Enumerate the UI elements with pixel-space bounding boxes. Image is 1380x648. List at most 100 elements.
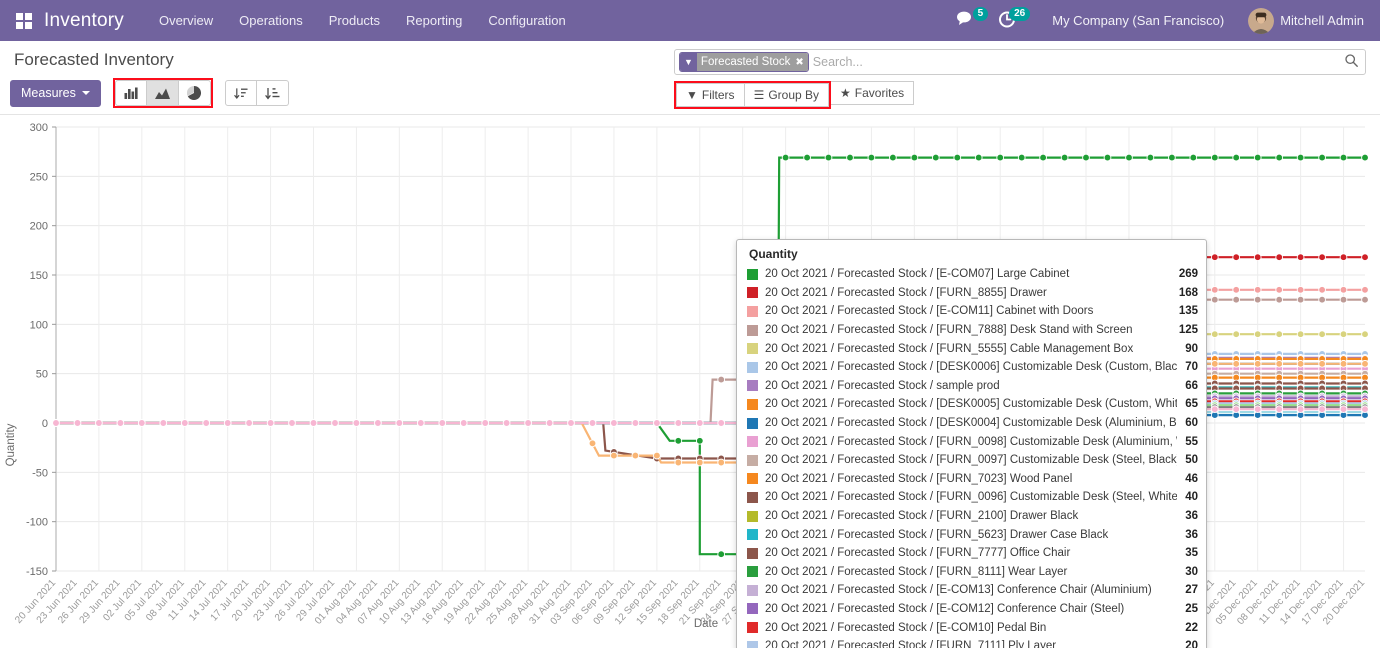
series-point[interactable] xyxy=(1169,154,1176,161)
series-point[interactable] xyxy=(1297,286,1304,293)
series-point[interactable] xyxy=(997,154,1004,161)
series-point[interactable] xyxy=(1147,154,1154,161)
series-point[interactable] xyxy=(675,420,682,427)
series-point[interactable] xyxy=(503,420,510,427)
series-point[interactable] xyxy=(1211,331,1218,338)
series-point[interactable] xyxy=(1319,331,1326,338)
series-point[interactable] xyxy=(1340,286,1347,293)
legend-row[interactable]: 20 Oct 2021 / Forecasted Stock / [FURN_7… xyxy=(745,470,1198,489)
series-point[interactable] xyxy=(525,420,532,427)
legend-row[interactable]: 20 Oct 2021 / Forecasted Stock / [DESK00… xyxy=(745,358,1198,377)
series-point[interactable] xyxy=(138,420,145,427)
series-point[interactable] xyxy=(246,420,253,427)
search-bar[interactable]: ▼ Forecasted Stock ✖ xyxy=(674,49,1366,75)
series-point[interactable] xyxy=(825,154,832,161)
nav-item-reporting[interactable]: Reporting xyxy=(393,7,475,34)
legend-row[interactable]: 20 Oct 2021 / Forecasted Stock / [FURN_5… xyxy=(745,525,1198,544)
pie-chart-icon[interactable] xyxy=(179,80,211,106)
groupby-button[interactable]: ☰ Group By xyxy=(745,83,829,107)
series-point[interactable] xyxy=(1018,154,1025,161)
series-point[interactable] xyxy=(1362,286,1369,293)
series-point[interactable] xyxy=(1362,154,1369,161)
series-point[interactable] xyxy=(1362,254,1369,261)
series-point[interactable] xyxy=(890,154,897,161)
legend-row[interactable]: 20 Oct 2021 / Forecasted Stock / [FURN_8… xyxy=(745,284,1198,303)
series-point[interactable] xyxy=(718,420,725,427)
series-point[interactable] xyxy=(332,420,339,427)
series-point[interactable] xyxy=(1276,286,1283,293)
series-point[interactable] xyxy=(1126,154,1133,161)
series-point[interactable] xyxy=(1083,154,1090,161)
series-point[interactable] xyxy=(74,420,81,427)
series-point[interactable] xyxy=(53,420,60,427)
series-point[interactable] xyxy=(1276,254,1283,261)
series-point[interactable] xyxy=(1297,406,1304,413)
series-point[interactable] xyxy=(1233,331,1240,338)
series-point[interactable] xyxy=(1276,360,1283,367)
messages-button[interactable]: 5 xyxy=(956,10,982,32)
series-point[interactable] xyxy=(310,420,317,427)
series-point[interactable] xyxy=(1340,331,1347,338)
legend-row[interactable]: 20 Oct 2021 / Forecasted Stock / [FURN_0… xyxy=(745,432,1198,451)
series-point[interactable] xyxy=(611,452,618,459)
series-point[interactable] xyxy=(1254,331,1261,338)
series-point[interactable] xyxy=(546,420,553,427)
series-point[interactable] xyxy=(932,154,939,161)
series-point[interactable] xyxy=(482,420,489,427)
series-point[interactable] xyxy=(1276,296,1283,303)
series-point[interactable] xyxy=(1061,154,1068,161)
series-point[interactable] xyxy=(1276,406,1283,413)
legend-row[interactable]: 20 Oct 2021 / Forecasted Stock / sample … xyxy=(745,377,1198,396)
chart-legend-tooltip[interactable]: Quantity 20 Oct 2021 / Forecasted Stock … xyxy=(736,239,1207,648)
series-point[interactable] xyxy=(267,420,274,427)
series-point[interactable] xyxy=(1211,360,1218,367)
bar-chart-icon[interactable] xyxy=(115,80,147,106)
series-point[interactable] xyxy=(847,154,854,161)
series-point[interactable] xyxy=(632,420,639,427)
nav-item-products[interactable]: Products xyxy=(316,7,393,34)
series-point[interactable] xyxy=(1297,331,1304,338)
series-point[interactable] xyxy=(718,376,725,383)
sort-descending-icon[interactable] xyxy=(225,80,257,106)
series-point[interactable] xyxy=(782,154,789,161)
series-point[interactable] xyxy=(1297,360,1304,367)
series-point[interactable] xyxy=(568,420,575,427)
series-point[interactable] xyxy=(396,420,403,427)
line-chart-icon[interactable] xyxy=(147,80,179,106)
legend-row[interactable]: 20 Oct 2021 / Forecasted Stock / [FURN_2… xyxy=(745,507,1198,526)
favorites-button[interactable]: ★ Favorites xyxy=(831,81,914,105)
series-point[interactable] xyxy=(696,420,703,427)
series-point[interactable] xyxy=(460,420,467,427)
series-point[interactable] xyxy=(1319,406,1326,413)
series-point[interactable] xyxy=(654,452,661,459)
series-point[interactable] xyxy=(181,420,188,427)
series-point[interactable] xyxy=(718,459,725,466)
series-point[interactable] xyxy=(1340,296,1347,303)
series-point[interactable] xyxy=(1362,360,1369,367)
series-point[interactable] xyxy=(696,437,703,444)
series-point[interactable] xyxy=(654,420,661,427)
app-brand-title[interactable]: Inventory xyxy=(44,10,124,32)
series-point[interactable] xyxy=(1211,254,1218,261)
series-point[interactable] xyxy=(160,420,167,427)
apps-grid-icon[interactable] xyxy=(16,13,32,29)
series-point[interactable] xyxy=(1340,254,1347,261)
series-point[interactable] xyxy=(417,420,424,427)
series-point[interactable] xyxy=(1276,154,1283,161)
nav-item-overview[interactable]: Overview xyxy=(146,7,226,34)
series-point[interactable] xyxy=(954,154,961,161)
sort-ascending-icon[interactable] xyxy=(257,80,289,106)
series-point[interactable] xyxy=(611,420,618,427)
series-point[interactable] xyxy=(1297,254,1304,261)
series-point[interactable] xyxy=(1362,296,1369,303)
legend-row[interactable]: 20 Oct 2021 / Forecasted Stock / [FURN_0… xyxy=(745,451,1198,470)
measures-button[interactable]: Measures xyxy=(10,80,101,107)
series-point[interactable] xyxy=(1254,254,1261,261)
search-input[interactable] xyxy=(813,55,1345,69)
legend-row[interactable]: 20 Oct 2021 / Forecasted Stock / [FURN_7… xyxy=(745,544,1198,563)
series-point[interactable] xyxy=(117,420,124,427)
series-point[interactable] xyxy=(439,420,446,427)
series-point[interactable] xyxy=(1362,331,1369,338)
legend-row[interactable]: 20 Oct 2021 / Forecasted Stock / [E-COM1… xyxy=(745,618,1198,637)
series-point[interactable] xyxy=(1190,154,1197,161)
